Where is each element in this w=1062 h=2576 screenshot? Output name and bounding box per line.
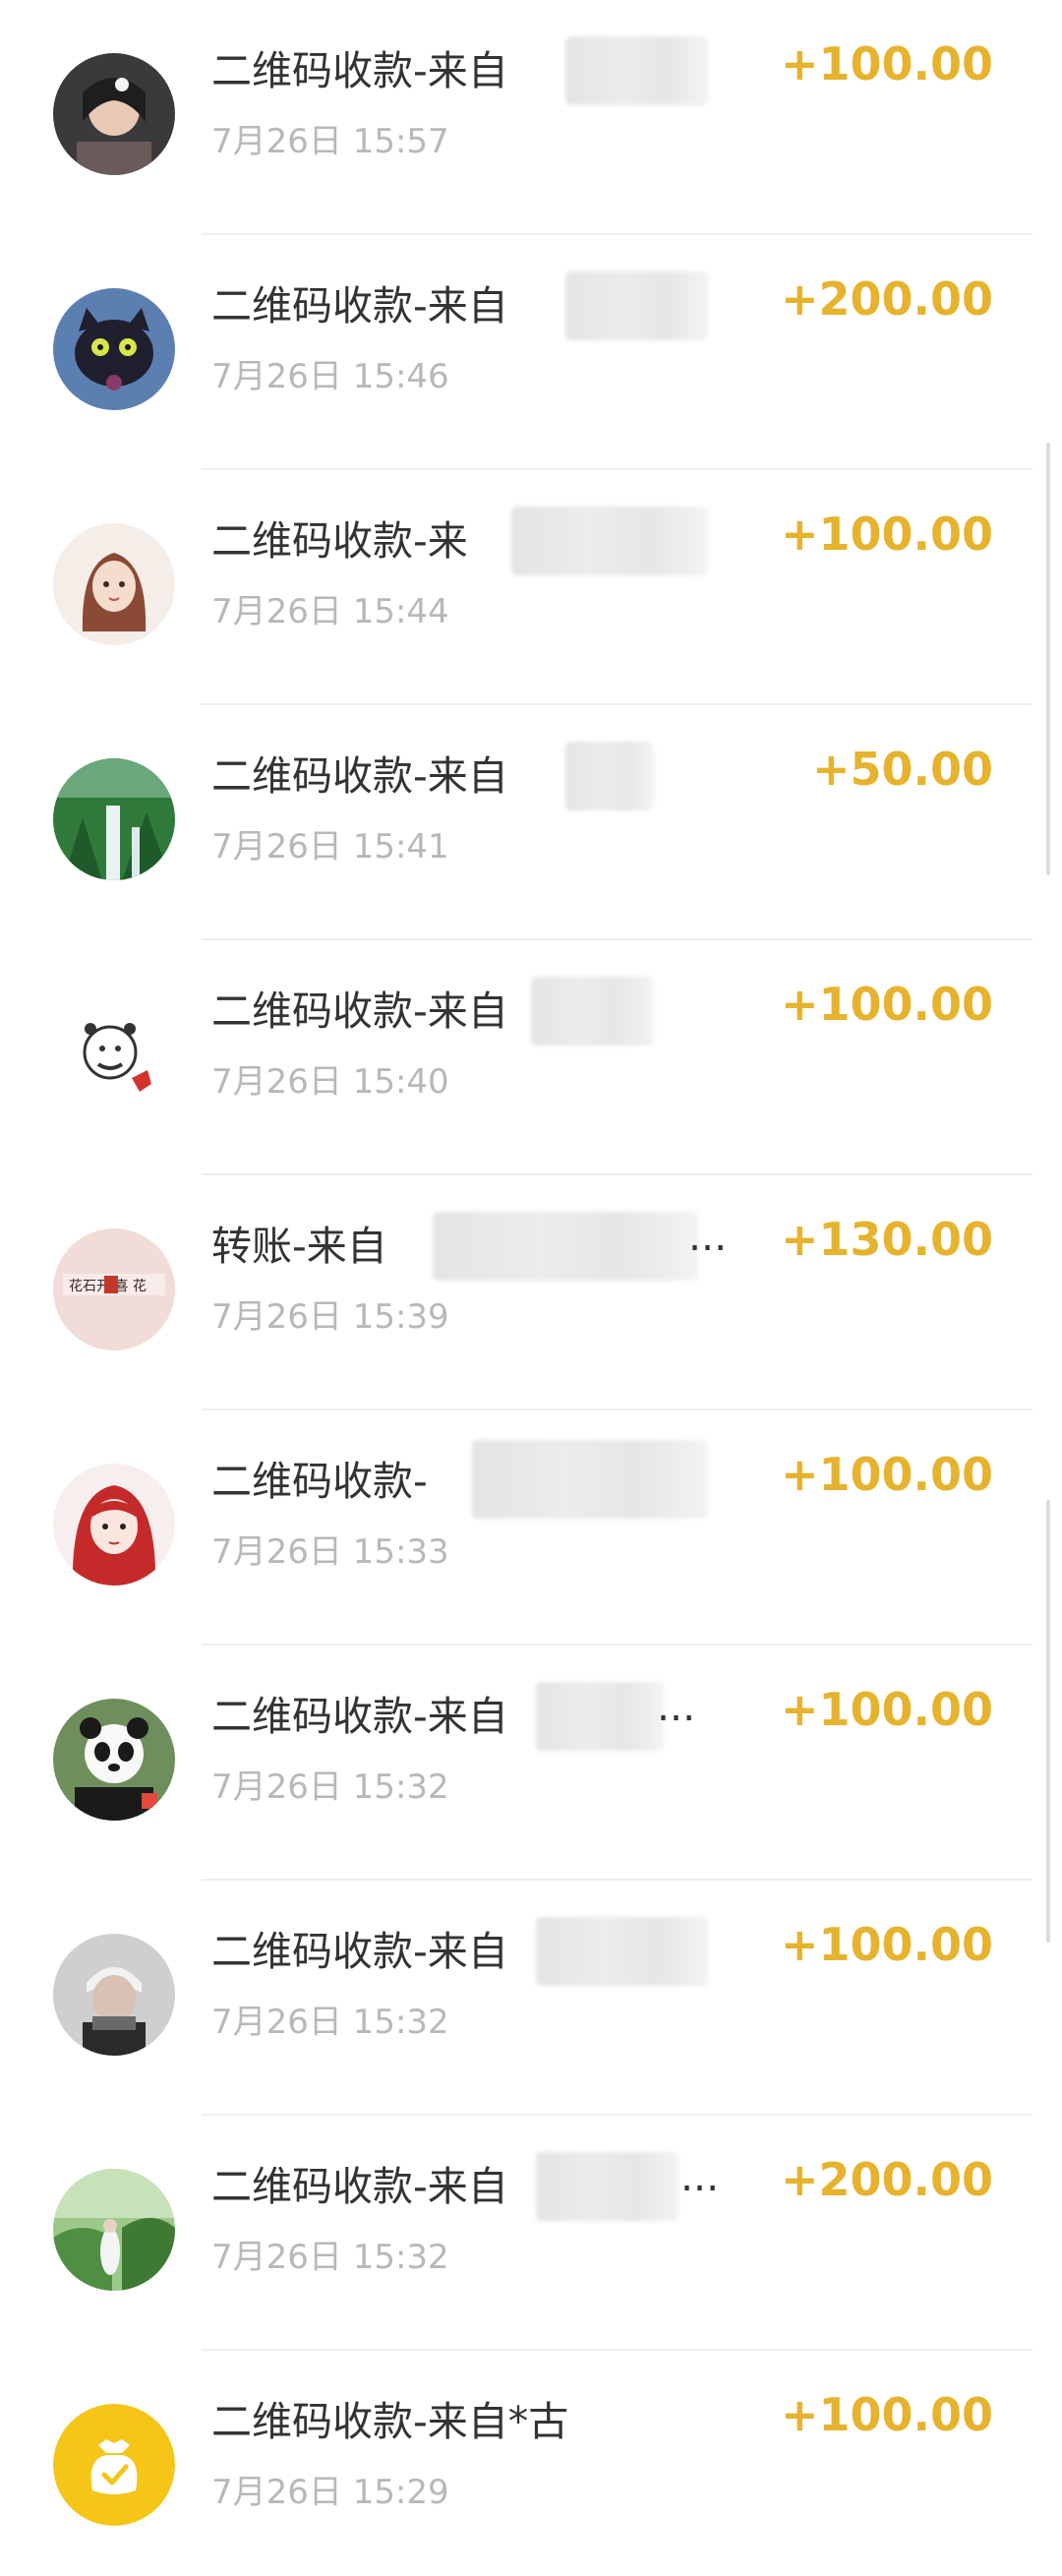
transaction-row[interactable]: 二维码收款- +100.00 7月26日 15:33 <box>0 1410 1062 1646</box>
transaction-time: 7月26日 15:41 <box>211 827 449 867</box>
transaction-time: 7月26日 15:32 <box>211 1767 449 1807</box>
transaction-amount: +200.00 <box>780 2153 993 2206</box>
redacted-name <box>472 1440 708 1519</box>
cartoon-face-avatar <box>53 993 175 1115</box>
transaction-time: 7月26日 15:40 <box>211 1062 449 1102</box>
redacted-name <box>536 2152 678 2221</box>
transaction-row[interactable]: 二维码收款-来自 ... +200.00 7月26日 15:32 <box>0 2116 1062 2351</box>
transaction-title: 二维码收款-来自 <box>211 988 508 1035</box>
transaction-row[interactable]: 花石开 喜 花 转账-来自 ... +130.00 7月26日 15:39 <box>0 1175 1062 1410</box>
redacted-name <box>531 977 654 1046</box>
transaction-time: 7月26日 15:57 <box>211 122 449 161</box>
money-bag-icon <box>53 2404 175 2526</box>
transaction-title: 二维码收款-来 <box>211 517 468 565</box>
transaction-title: 二维码收款-来自*古 <box>211 2398 569 2445</box>
transaction-title: 二维码收款-来自 <box>211 47 508 94</box>
transaction-row[interactable]: 二维码收款-来 +100.00 7月26日 15:44 <box>0 470 1062 705</box>
transaction-row[interactable]: 二维码收款-来自 +50.00 7月26日 15:41 <box>0 705 1062 940</box>
redacted-name <box>511 507 708 575</box>
girl-photo-avatar <box>53 53 175 175</box>
redacted-name <box>565 742 654 810</box>
waterfall-avatar <box>53 758 175 880</box>
transaction-row[interactable]: 二维码收款-来自*古 +100.00 7月26日 15:29 <box>0 2351 1062 2576</box>
transaction-time: 7月26日 15:46 <box>211 357 449 396</box>
redacted-name <box>536 1682 664 1751</box>
transaction-amount: +100.00 <box>780 37 993 90</box>
transaction-row[interactable]: 二维码收款-来自 +100.00 7月26日 15:57 <box>0 0 1062 235</box>
transaction-time: 7月26日 15:39 <box>211 1297 449 1337</box>
transaction-amount: +100.00 <box>780 1448 993 1501</box>
transaction-title: 二维码收款-来自 <box>211 1928 508 1975</box>
transaction-amount: +50.00 <box>811 743 993 796</box>
transaction-row[interactable]: 二维码收款-来自 +100.00 7月26日 15:40 <box>0 940 1062 1175</box>
transaction-amount: +100.00 <box>780 1918 993 1971</box>
transaction-title: 转账-来自 <box>211 1223 387 1270</box>
ellipsis: ... <box>688 1213 728 1260</box>
transaction-row[interactable]: 二维码收款-来自 ... +100.00 7月26日 15:32 <box>0 1646 1062 1881</box>
transaction-row[interactable]: 二维码收款-来自 +200.00 7月26日 15:46 <box>0 235 1062 470</box>
transaction-title: 二维码收款-来自 <box>211 2163 508 2210</box>
redacted-name <box>565 271 708 340</box>
scrollbar[interactable] <box>1046 1500 1050 1943</box>
transaction-time: 7月26日 15:32 <box>211 2003 449 2042</box>
transaction-title: 二维码收款-来自 <box>211 282 508 329</box>
redacted-name <box>536 1917 708 1986</box>
panda-avatar <box>53 1699 175 1821</box>
transaction-title: 二维码收款-来自 <box>211 1693 508 1740</box>
transaction-time: 7月26日 15:33 <box>211 1532 449 1572</box>
ellipsis: ... <box>680 2153 720 2200</box>
transaction-title: 二维码收款- <box>211 1458 428 1505</box>
transaction-amount: +100.00 <box>780 2388 993 2441</box>
transaction-row[interactable]: 二维码收款-来自 +100.00 7月26日 15:32 <box>0 1881 1062 2116</box>
scrollbar[interactable] <box>1046 443 1050 875</box>
cat-avatar <box>53 288 175 410</box>
transaction-time: 7月26日 15:29 <box>211 2473 449 2512</box>
transaction-amount: +200.00 <box>780 272 993 326</box>
transaction-title: 二维码收款-来自 <box>211 752 508 800</box>
calligraphy-avatar: 花石开 喜 花 <box>53 1228 175 1350</box>
transaction-amount: +100.00 <box>780 978 993 1031</box>
garden-avatar <box>53 2169 175 2291</box>
transaction-amount: +100.00 <box>780 1683 993 1736</box>
transaction-time: 7月26日 15:44 <box>211 592 449 631</box>
transaction-amount: +130.00 <box>780 1213 993 1266</box>
redacted-name <box>565 36 708 105</box>
boy-photo-avatar <box>53 1934 175 2056</box>
redacted-name <box>433 1212 698 1281</box>
transaction-amount: +100.00 <box>780 508 993 561</box>
anime-girl-avatar <box>53 523 175 645</box>
ellipsis: ... <box>657 1683 696 1730</box>
transaction-list: 二维码收款-来自 +100.00 7月26日 15:57 二维码收款-来自 +2… <box>0 0 1062 2576</box>
transaction-time: 7月26日 15:32 <box>211 2238 449 2277</box>
red-hair-girl-avatar <box>53 1464 175 1586</box>
